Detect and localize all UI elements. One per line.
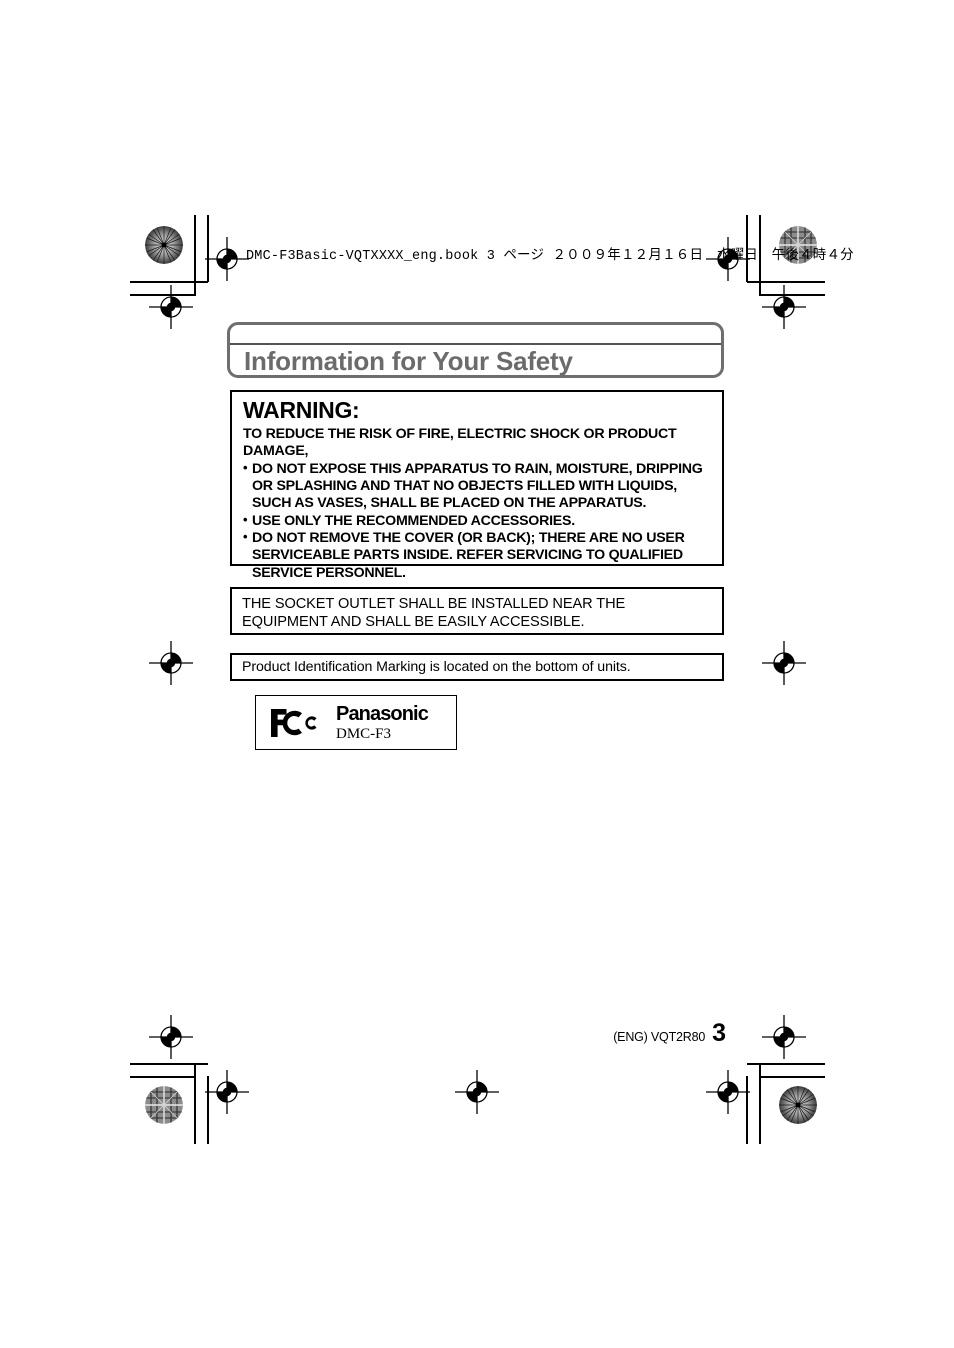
list-item: • DO NOT EXPOSE THIS APPARATUS TO RAIN, … (243, 459, 711, 513)
registration-mark-bottom-left (205, 1070, 249, 1114)
registration-mark-bottom-right (706, 1070, 750, 1114)
brand-block: Panasonic DMC-F3 (336, 702, 429, 742)
registration-mark-bottom-center (455, 1070, 499, 1114)
registration-mark-upper-right-inner (762, 285, 806, 329)
screen-angle-dot-top-left (145, 226, 183, 264)
bullet-icon: • (243, 528, 248, 544)
warning-heading: WARNING: (243, 397, 360, 423)
list-item: • DO NOT REMOVE THE COVER (OR BACK); THE… (243, 528, 711, 582)
trim-line-top-left-horizontal (130, 281, 208, 283)
page-title-banner: Information for Your Safety (227, 322, 724, 378)
bullet-icon: • (243, 459, 248, 475)
book-file-header: DMC-F3Basic-VQTXXXX_eng.book 3 ページ ２００９年… (246, 249, 854, 264)
product-identification-notice-box: Product Identification Marking is locate… (230, 653, 724, 681)
page-footer: (ENG) VQT2R80 3 (613, 1019, 726, 1048)
trim-line-bottom-left-horizontal-2 (130, 1076, 195, 1078)
registration-mark-upper-left-inner (149, 285, 193, 329)
trim-line-bottom-left-vertical (194, 1063, 196, 1144)
product-identification-notice-text: Product Identification Marking is locate… (242, 659, 631, 675)
warning-item-text: DO NOT REMOVE THE COVER (OR BACK); THERE… (252, 529, 685, 581)
certification-logo-box: Panasonic DMC-F3 (255, 695, 457, 750)
registration-mark-lower-right-inner (762, 1015, 806, 1059)
warning-item-text: USE ONLY THE RECOMMENDED ACCESSORIES. (252, 512, 575, 529)
list-item: • USE ONLY THE RECOMMENDED ACCESSORIES. (243, 511, 711, 530)
bullet-icon: • (243, 511, 248, 527)
trim-line-top-left-vertical (194, 215, 196, 296)
footer-document-code: (ENG) VQT2R80 (613, 1030, 706, 1044)
title-banner-rule (230, 343, 721, 345)
registration-mark-top-left (205, 237, 249, 281)
trim-line-bottom-right-horizontal-2 (760, 1076, 825, 1078)
registration-mark-lower-left-inner (149, 1015, 193, 1059)
warning-list: • DO NOT EXPOSE THIS APPARATUS TO RAIN, … (243, 459, 711, 582)
warning-item-text: DO NOT EXPOSE THIS APPARATUS TO RAIN, MO… (252, 460, 703, 512)
brand-name: Panasonic (336, 702, 429, 725)
warning-box: WARNING: TO REDUCE THE RISK OF FIRE, ELE… (230, 390, 724, 581)
model-number: DMC-F3 (336, 725, 392, 742)
warning-lead-text: TO REDUCE THE RISK OF FIRE, ELECTRIC SHO… (243, 426, 677, 460)
registration-mark-middle-left (149, 641, 193, 685)
socket-outlet-notice-text: THE SOCKET OUTLET SHALL BE INSTALLED NEA… (242, 596, 626, 631)
footer-page-number: 3 (712, 1019, 726, 1047)
trim-line-bottom-left-horizontal (130, 1063, 208, 1065)
registration-mark-middle-right (762, 641, 806, 685)
trim-line-bottom-right-vertical (759, 1063, 761, 1144)
page-title: Information for Your Safety (244, 346, 573, 376)
screen-angle-dot-bottom-left (145, 1086, 183, 1124)
socket-outlet-notice-box: THE SOCKET OUTLET SHALL BE INSTALLED NEA… (230, 587, 724, 635)
fcc-logo-icon (270, 708, 324, 738)
screen-angle-dot-bottom-right (779, 1086, 817, 1124)
